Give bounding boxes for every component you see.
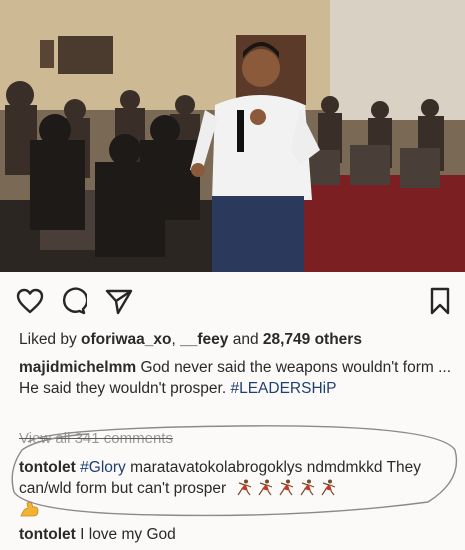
caption-username-link[interactable]: majidmichelmm	[19, 359, 136, 376]
save-button[interactable]	[425, 286, 455, 316]
likes-count-link[interactable]: 28,749 others	[263, 331, 362, 348]
likes-separator: ,	[171, 331, 181, 348]
comment-username-link[interactable]: tontolet	[19, 526, 76, 543]
comment-item: tontolet #Glory maratavatokolabrogoklys …	[19, 457, 459, 502]
dancer-emoji-icon	[236, 479, 252, 496]
comment-text: I love my God	[75, 526, 176, 543]
caption-hashtag-link[interactable]: #LEADERSHiP	[230, 380, 336, 397]
dancer-emoji-icon	[299, 479, 315, 496]
bookmark-icon	[429, 287, 451, 315]
comment-hashtag-link[interactable]: #Glory	[80, 459, 126, 476]
post-action-bar	[0, 272, 465, 330]
share-button[interactable]	[104, 286, 134, 316]
liked-by-user-link[interactable]: oforiwaa_xo	[81, 331, 171, 348]
comment-button[interactable]	[58, 286, 88, 316]
dancer-emoji-icon	[257, 479, 273, 496]
comment-username-link[interactable]: tontolet	[19, 459, 76, 476]
comment-bubble-icon	[59, 287, 87, 315]
comment-item: tontolet I love my God	[19, 526, 176, 544]
likes-suffix: and	[228, 331, 263, 348]
dancer-emoji-group	[236, 479, 341, 502]
likes-prefix: Liked by	[19, 331, 82, 348]
post-caption: majidmichelmm God never said the weapons…	[19, 357, 459, 399]
likes-summary: Liked by oforiwaa_xo, __feey and 28,749 …	[19, 331, 362, 349]
post-image	[0, 0, 465, 272]
post-photo[interactable]	[0, 0, 465, 272]
dancer-emoji-icon	[278, 479, 294, 496]
paper-plane-icon	[105, 287, 133, 315]
heart-outline-icon	[16, 288, 44, 314]
like-button[interactable]	[15, 286, 45, 316]
dancer-emoji-icon	[320, 479, 336, 496]
view-all-comments-link[interactable]: View all 341 comments	[19, 430, 173, 447]
liked-by-user-link[interactable]: __feey	[180, 331, 228, 348]
flexed-arm-emoji-icon	[19, 500, 41, 518]
